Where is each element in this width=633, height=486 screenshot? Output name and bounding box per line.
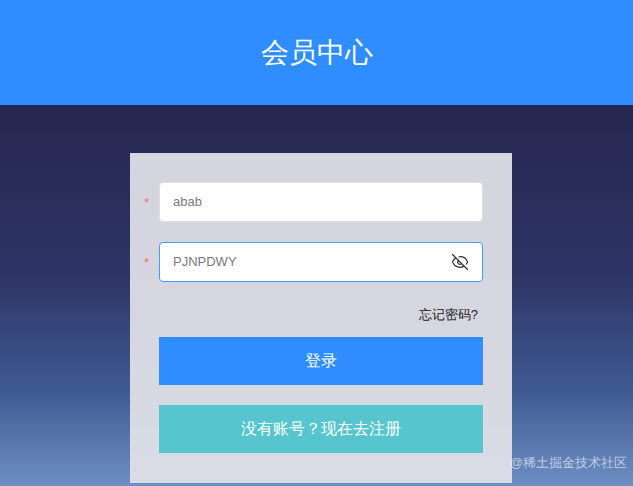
password-input[interactable]: PJNPDWY bbox=[159, 242, 483, 282]
username-input[interactable]: abab bbox=[159, 182, 483, 222]
form-row: * abab bbox=[144, 182, 483, 222]
login-card: * abab * PJNPDWY 忘记密码? 登录没有账号？现在去注册 bbox=[130, 153, 512, 483]
page: 会员中心 * abab * PJNPDWY 忘记密码? 登录没有账号？现在去注册 @稀土掘金技… bbox=[0, 0, 633, 486]
register-button[interactable]: 没有账号？现在去注册 bbox=[159, 405, 483, 453]
login-button[interactable]: 登录 bbox=[159, 337, 483, 385]
input-value: PJNPDWY bbox=[173, 252, 451, 272]
eye-off-icon[interactable] bbox=[451, 253, 469, 271]
form-row: * PJNPDWY bbox=[144, 242, 483, 282]
input-value: abab bbox=[173, 192, 469, 212]
forgot-password-link[interactable]: 忘记密码? bbox=[419, 306, 483, 324]
header: 会员中心 bbox=[0, 0, 633, 105]
required-mark: * bbox=[144, 196, 159, 209]
background-photo: * abab * PJNPDWY 忘记密码? 登录没有账号？现在去注册 @稀土掘金技术社区 bbox=[0, 105, 633, 486]
required-mark: * bbox=[144, 256, 159, 269]
watermark: @稀土掘金技术社区 bbox=[510, 453, 627, 473]
header-title: 会员中心 bbox=[261, 32, 373, 74]
